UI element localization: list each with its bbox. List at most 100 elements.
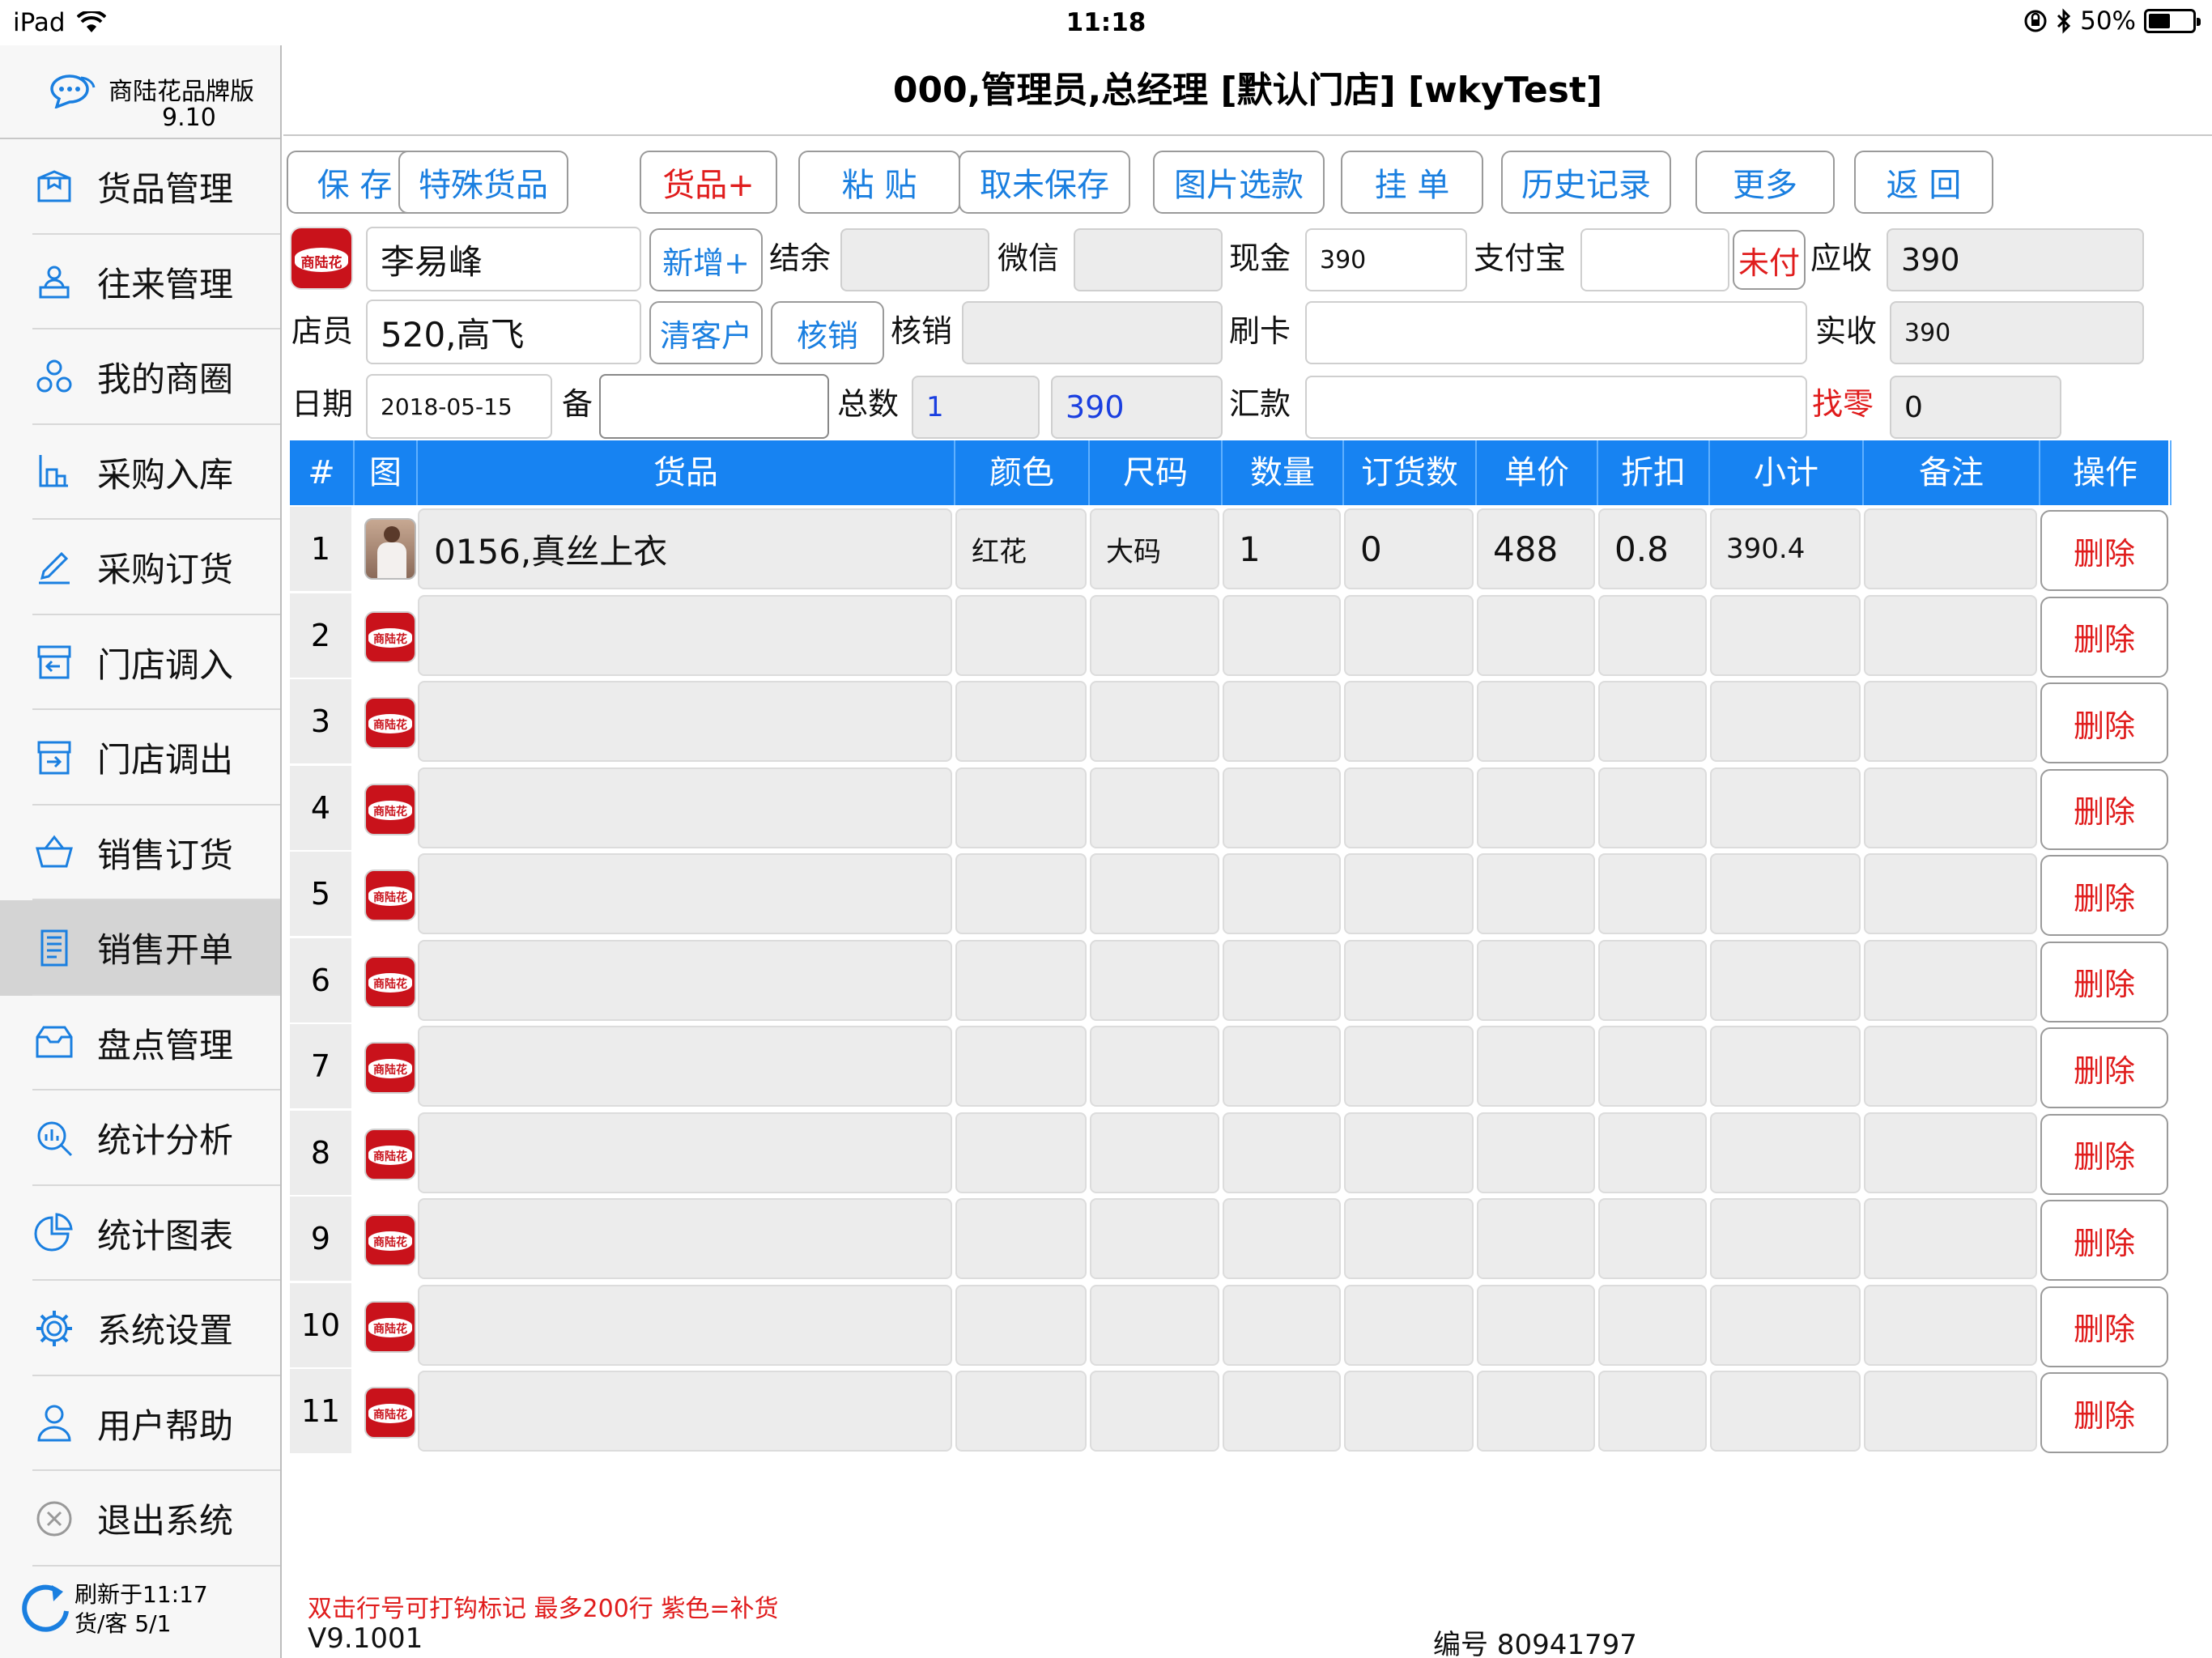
wechat-field[interactable] — [1074, 228, 1223, 291]
sidebar-item-14[interactable]: 用户帮助 — [0, 1376, 280, 1471]
table-row[interactable]: 2 商陆花 删除 — [290, 593, 2168, 680]
subtotal-cell[interactable] — [1710, 1026, 1861, 1107]
size-cell[interactable] — [1090, 594, 1219, 676]
qty-cell[interactable] — [1223, 594, 1341, 676]
product-placeholder-icon[interactable]: 商陆花 — [364, 783, 416, 835]
product-cell[interactable] — [418, 1112, 952, 1193]
size-cell[interactable] — [1090, 1198, 1219, 1279]
remark-cell[interactable] — [1864, 508, 2037, 589]
table-row[interactable]: 11 商陆花 删除 — [290, 1369, 2168, 1456]
qty-cell[interactable] — [1223, 681, 1341, 762]
add-customer-button[interactable]: 新增+ — [649, 228, 763, 291]
qty-cell[interactable]: 1 — [1223, 508, 1341, 589]
back-button[interactable]: 返 回 — [1854, 151, 1993, 214]
sidebar-item-4[interactable]: 采购入库 — [0, 425, 280, 520]
table-row[interactable]: 9 商陆花 删除 — [290, 1197, 2168, 1283]
clear-customer-button[interactable]: 清客户 — [649, 301, 763, 364]
price-cell[interactable] — [1477, 767, 1595, 848]
size-cell[interactable] — [1090, 767, 1219, 848]
table-row[interactable]: 5 商陆花 删除 — [290, 852, 2168, 938]
delete-row-button[interactable]: 删除 — [2040, 682, 2168, 763]
sidebar-item-10[interactable]: 盘点管理 — [0, 996, 280, 1090]
qty-cell[interactable] — [1223, 939, 1341, 1021]
product-cell[interactable] — [418, 681, 952, 762]
writeoff-button[interactable]: 核销 — [771, 301, 884, 364]
discount-cell[interactable] — [1598, 681, 1707, 762]
subtotal-cell[interactable] — [1710, 1284, 1861, 1366]
remark-cell[interactable] — [1864, 1026, 2037, 1107]
remark-cell[interactable] — [1864, 594, 2037, 676]
sidebar-item-8[interactable]: 销售订货 — [0, 806, 280, 900]
price-cell[interactable] — [1477, 681, 1595, 762]
discount-cell[interactable] — [1598, 1026, 1707, 1107]
table-row[interactable]: 6 商陆花 删除 — [290, 937, 2168, 1025]
price-cell[interactable] — [1477, 594, 1595, 676]
row-number[interactable]: 10 — [290, 1282, 351, 1367]
subtotal-cell[interactable] — [1710, 594, 1861, 676]
hold-order-button[interactable]: 挂 单 — [1341, 151, 1483, 214]
size-cell[interactable] — [1090, 1112, 1219, 1193]
sidebar-item-7[interactable]: 门店调出 — [0, 710, 280, 806]
unpaid-button[interactable]: 未付 — [1733, 230, 1806, 290]
qty-cell[interactable] — [1223, 1371, 1341, 1452]
discount-cell[interactable] — [1598, 594, 1707, 676]
delete-row-button[interactable]: 删除 — [2040, 510, 2168, 591]
qty-cell[interactable] — [1223, 1112, 1341, 1193]
subtotal-cell[interactable] — [1710, 767, 1861, 848]
price-cell[interactable] — [1477, 939, 1595, 1021]
note-field[interactable] — [599, 374, 829, 439]
sidebar-item-6[interactable]: 门店调入 — [0, 615, 280, 710]
restore-unsaved-button[interactable]: 取未保存 — [959, 151, 1130, 214]
row-number[interactable]: 1 — [290, 507, 351, 591]
delete-row-button[interactable]: 删除 — [2040, 1027, 2168, 1108]
price-cell[interactable] — [1477, 853, 1595, 934]
order-qty-cell[interactable] — [1344, 594, 1474, 676]
product-cell[interactable] — [418, 939, 952, 1021]
discount-cell[interactable] — [1598, 1198, 1707, 1279]
receivable-field[interactable]: 390 — [1887, 228, 2144, 291]
row-number[interactable]: 2 — [290, 593, 351, 678]
product-placeholder-icon[interactable]: 商陆花 — [364, 1300, 416, 1353]
order-qty-cell[interactable] — [1344, 767, 1474, 848]
size-cell[interactable] — [1090, 1371, 1219, 1452]
row-number[interactable]: 4 — [290, 765, 351, 850]
price-cell[interactable] — [1477, 1112, 1595, 1193]
delete-row-button[interactable]: 删除 — [2040, 941, 2168, 1022]
refresh-status[interactable]: 刷新于11:17 货/客 5/1 — [0, 1569, 280, 1658]
remark-cell[interactable] — [1864, 853, 2037, 934]
delete-row-button[interactable]: 删除 — [2040, 1372, 2168, 1453]
sidebar-item-11[interactable]: 统计分析 — [0, 1090, 280, 1186]
discount-cell[interactable] — [1598, 853, 1707, 934]
special-goods-button[interactable]: 特殊货品 — [398, 151, 568, 214]
color-cell[interactable] — [955, 1112, 1087, 1193]
product-placeholder-icon[interactable]: 商陆花 — [364, 610, 416, 663]
refresh-icon[interactable] — [18, 1580, 74, 1637]
delete-row-button[interactable]: 删除 — [2040, 1200, 2168, 1281]
discount-cell[interactable] — [1598, 939, 1707, 1021]
add-goods-button[interactable]: 货品+ — [640, 151, 777, 214]
subtotal-cell[interactable] — [1710, 1371, 1861, 1452]
order-qty-cell[interactable] — [1344, 939, 1474, 1021]
table-row[interactable]: 3 商陆花 删除 — [290, 679, 2168, 766]
product-placeholder-icon[interactable]: 商陆花 — [364, 955, 416, 1008]
color-cell[interactable] — [955, 594, 1087, 676]
subtotal-cell[interactable]: 390.4 — [1710, 508, 1861, 589]
product-placeholder-icon[interactable]: 商陆花 — [364, 869, 416, 921]
received-field[interactable]: 390 — [1890, 301, 2144, 364]
delete-row-button[interactable]: 删除 — [2040, 855, 2168, 936]
size-cell[interactable] — [1090, 681, 1219, 762]
price-cell[interactable] — [1477, 1198, 1595, 1279]
remit-field[interactable] — [1305, 376, 1807, 439]
size-cell[interactable] — [1090, 1284, 1219, 1366]
row-number[interactable]: 6 — [290, 937, 351, 1022]
color-cell[interactable] — [955, 767, 1087, 848]
sidebar-item-1[interactable]: 货品管理 — [0, 139, 280, 235]
table-row[interactable]: 10 商陆花 删除 — [290, 1282, 2168, 1370]
product-cell[interactable] — [418, 1026, 952, 1107]
order-qty-cell[interactable] — [1344, 681, 1474, 762]
discount-cell[interactable] — [1598, 1371, 1707, 1452]
remark-cell[interactable] — [1864, 1284, 2037, 1366]
discount-cell[interactable]: 0.8 — [1598, 508, 1707, 589]
sidebar-item-3[interactable]: 我的商圈 — [0, 329, 280, 425]
product-cell[interactable] — [418, 853, 952, 934]
